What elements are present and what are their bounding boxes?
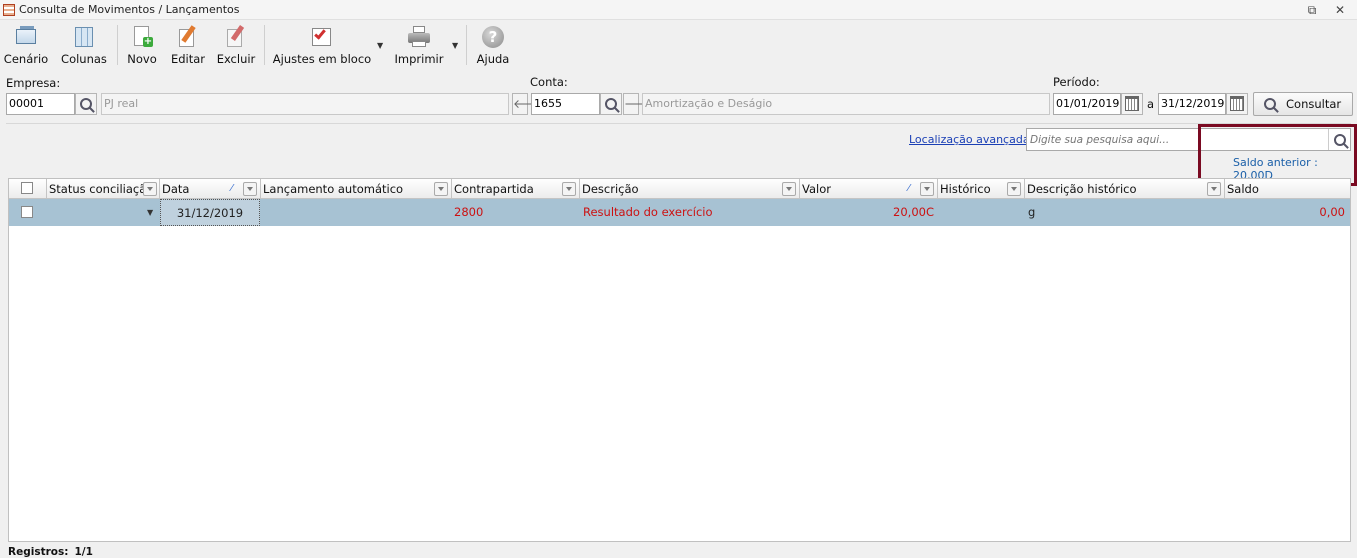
column-header-contrapartida[interactable]: Contrapartida <box>452 179 580 199</box>
calendar-icon <box>1230 95 1244 111</box>
row-descricao-cell: Resultado do exercício <box>583 205 713 219</box>
periodo-inicio-input[interactable]: 01/01/2019 <box>1053 93 1121 115</box>
title-bar: Consulta de Movimentos / Lançamentos ⧉ ✕ <box>0 0 1357 20</box>
imprimir-dropdown-icon[interactable]: ▼ <box>452 41 458 50</box>
highlight-box <box>1198 124 1357 186</box>
toolbar-separator <box>264 25 265 65</box>
calendar-icon <box>1125 95 1139 111</box>
descricao-filter-icon[interactable] <box>782 182 796 196</box>
ajuda-button[interactable]: ? Ajuda <box>474 23 512 67</box>
imprimir-button[interactable]: Imprimir <box>392 23 446 67</box>
window-title: Consulta de Movimentos / Lançamentos <box>19 3 240 16</box>
calculator-icon <box>3 3 15 16</box>
new-document-icon: + <box>130 25 154 49</box>
close-icon[interactable]: ✕ <box>1330 2 1350 18</box>
contrapartida-filter-icon[interactable] <box>562 182 576 196</box>
search-icon <box>1264 98 1276 110</box>
novo-button[interactable]: + Novo <box>124 23 160 67</box>
historico-filter-icon[interactable] <box>1007 182 1021 196</box>
excluir-button[interactable]: Excluir <box>216 23 256 67</box>
column-header-lancamento[interactable]: Lançamento automático <box>261 179 452 199</box>
row-checkbox[interactable] <box>21 206 33 218</box>
colunas-button[interactable]: Colunas <box>60 23 108 67</box>
conta-previous-button[interactable]: 🡐 <box>512 93 545 115</box>
toolbar: Cenário Colunas + Novo Editar Excluir Aj… <box>0 21 1357 69</box>
valor-sort-icon: ⁄ <box>908 183 910 194</box>
data-sort-icon: ⁄ <box>231 183 233 194</box>
periodo-inicio-calendar-button[interactable] <box>1121 93 1143 115</box>
conta-next-button[interactable]: 🡒 <box>623 93 656 115</box>
data-filter-icon[interactable] <box>243 182 257 196</box>
grid-header: Status conciliação Data ⁄ Lançamento aut… <box>9 179 1350 199</box>
delete-icon <box>224 25 248 49</box>
periodo-fim-input[interactable]: 31/12/2019 <box>1158 93 1226 115</box>
scenario-icon <box>14 25 38 49</box>
restore-icon[interactable]: ⧉ <box>1302 2 1322 18</box>
consultar-button[interactable]: Consultar <box>1253 92 1353 116</box>
column-header-valor[interactable]: Valor <box>800 179 938 199</box>
select-all-cell <box>9 179 47 199</box>
periodo-fim-calendar-button[interactable] <box>1226 93 1248 115</box>
descricao-historico-filter-icon[interactable] <box>1207 182 1221 196</box>
select-all-checkbox[interactable] <box>21 182 33 194</box>
row-historico-cell: g <box>1028 205 1036 219</box>
lancamento-filter-icon[interactable] <box>434 182 448 196</box>
empresa-name-field: PJ real <box>101 93 509 115</box>
empresa-label: Empresa: <box>6 76 61 90</box>
registros-count: 1/1 <box>74 546 93 558</box>
localizacao-avancada-link[interactable]: Localização avançada <box>909 133 1030 146</box>
periodo-separator: a <box>1147 97 1155 111</box>
valor-filter-icon[interactable] <box>920 182 934 196</box>
row-data-cell[interactable]: 31/12/2019 <box>160 199 260 226</box>
row-status-dropdown-icon[interactable]: ▼ <box>147 199 153 226</box>
movements-grid: Status conciliação Data ⁄ Lançamento aut… <box>8 178 1351 542</box>
form-divider <box>6 123 1351 124</box>
ajustes-dropdown-icon[interactable]: ▼ <box>377 41 383 50</box>
registros-label: Registros: <box>8 546 69 558</box>
editar-button[interactable]: Editar <box>170 23 206 67</box>
conta-name-field: Amortização e Deságio <box>642 93 1050 115</box>
row-contrapartida-cell: 2800 <box>454 205 484 219</box>
status-bar: Registros: 1/1 <box>8 546 93 558</box>
conta-label: Conta: <box>530 75 568 89</box>
row-valor-cell: 20,00C <box>893 205 934 219</box>
conta-code-input[interactable]: 1655 <box>531 93 600 115</box>
ajustes-em-bloco-button[interactable]: Ajustes em bloco <box>272 23 372 67</box>
edit-icon <box>176 25 200 49</box>
column-header-descricao-historico[interactable]: Descrição histórico <box>1025 179 1225 199</box>
conta-search-button[interactable] <box>600 93 622 115</box>
cenario-button[interactable]: Cenário <box>4 23 48 67</box>
column-header-saldo[interactable]: Saldo <box>1225 179 1350 199</box>
row-saldo-cell: 0,00 <box>1319 205 1345 219</box>
search-icon <box>605 98 617 110</box>
help-icon: ? <box>481 25 505 49</box>
columns-icon <box>72 25 96 49</box>
periodo-label: Período: <box>1053 75 1100 89</box>
toolbar-separator <box>117 25 118 65</box>
toolbar-separator <box>466 25 467 65</box>
status-filter-icon[interactable] <box>143 182 157 196</box>
column-header-descricao[interactable]: Descrição <box>580 179 800 199</box>
empresa-code-input[interactable]: 00001 <box>6 93 75 115</box>
checklist-icon <box>310 25 334 49</box>
empresa-search-button[interactable] <box>75 93 97 115</box>
printer-icon <box>407 25 431 49</box>
table-row[interactable]: ▼ 31/12/2019 2800 Resultado do exercício… <box>9 199 1350 226</box>
search-icon <box>80 98 92 110</box>
